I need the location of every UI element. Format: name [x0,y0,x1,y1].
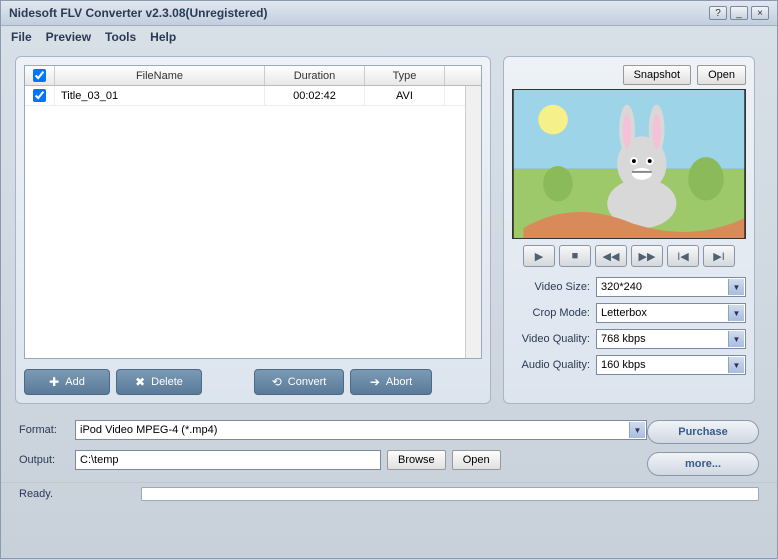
preview-image [513,90,745,238]
x-icon: ✖ [135,375,145,389]
menu-tools[interactable]: Tools [105,30,136,44]
status-text: Ready. [19,488,129,500]
header-check[interactable] [25,66,55,85]
menu-bar: File Preview Tools Help [1,26,777,48]
refresh-icon: ⟲ [272,375,282,389]
app-window: Nidesoft FLV Converter v2.3.08(Unregiste… [0,0,778,559]
header-type[interactable]: Type [365,66,445,85]
audio-quality-select[interactable]: 160 kbps ▼ [596,355,746,375]
forward-button[interactable]: ▶▶ [631,245,663,267]
purchase-button[interactable]: Purchase [647,420,759,444]
file-table: FileName Duration Type Title_03_01 00:02… [24,65,482,359]
video-quality-value: 768 kbps [601,333,646,345]
open-output-button[interactable]: Open [452,450,501,470]
chevron-down-icon: ▼ [728,279,744,295]
table-row[interactable]: Title_03_01 00:02:42 AVI [25,86,481,106]
skip-forward-icon: ▶I [713,250,725,263]
vertical-scrollbar[interactable] [465,86,481,358]
window-title: Nidesoft FLV Converter v2.3.08(Unregiste… [9,6,709,20]
row-filename: Title_03_01 [55,86,265,105]
abort-label: Abort [386,376,412,388]
chevron-down-icon: ▼ [629,422,645,438]
crop-mode-value: Letterbox [601,307,647,319]
video-quality-label: Video Quality: [512,333,596,345]
file-list-panel: FileName Duration Type Title_03_01 00:02… [15,56,491,404]
crop-mode-select[interactable]: Letterbox ▼ [596,303,746,323]
next-button[interactable]: ▶I [703,245,735,267]
abort-button[interactable]: ➔ Abort [350,369,432,395]
progress-bar [141,487,759,501]
delete-label: Delete [151,376,183,388]
add-button[interactable]: ✚ Add [24,369,110,395]
format-label: Format: [19,424,75,436]
delete-button[interactable]: ✖ Delete [116,369,202,395]
browse-button[interactable]: Browse [387,450,446,470]
play-button[interactable]: ▶ [523,245,555,267]
menu-file[interactable]: File [11,30,32,44]
stop-icon: ■ [572,250,579,262]
stop-button[interactable]: ■ [559,245,591,267]
select-all-checkbox[interactable] [33,69,46,82]
video-preview [512,89,746,239]
header-filename[interactable]: FileName [55,66,265,85]
output-label: Output: [19,454,75,466]
video-size-value: 320*240 [601,281,642,293]
row-checkbox-cell [25,86,55,105]
status-bar: Ready. [1,482,777,504]
audio-quality-value: 160 kbps [601,359,646,371]
prev-button[interactable]: I◀ [667,245,699,267]
forward-icon: ▶▶ [639,250,656,263]
chevron-down-icon: ▼ [728,357,744,373]
video-quality-select[interactable]: 768 kbps ▼ [596,329,746,349]
chevron-down-icon: ▼ [728,331,744,347]
arrow-right-icon: ➔ [370,375,380,389]
video-size-label: Video Size: [512,281,596,293]
title-bar: Nidesoft FLV Converter v2.3.08(Unregiste… [1,1,777,26]
convert-button[interactable]: ⟲ Convert [254,369,344,395]
output-path-value: C:\temp [80,454,119,466]
preview-panel: Snapshot Open [503,56,755,404]
add-label: Add [65,376,85,388]
output-path-input[interactable]: C:\temp [75,450,381,470]
menu-preview[interactable]: Preview [46,30,91,44]
chevron-down-icon: ▼ [728,305,744,321]
row-type: AVI [365,86,445,105]
help-button[interactable]: ? [709,6,727,20]
minimize-button[interactable]: _ [730,6,748,20]
menu-help[interactable]: Help [150,30,176,44]
table-header-row: FileName Duration Type [25,66,481,86]
format-value: iPod Video MPEG-4 (*.mp4) [80,424,217,436]
snapshot-button[interactable]: Snapshot [623,65,691,85]
crop-mode-label: Crop Mode: [512,307,596,319]
convert-label: Convert [288,376,327,388]
video-size-select[interactable]: 320*240 ▼ [596,277,746,297]
row-duration: 00:02:42 [265,86,365,105]
audio-quality-label: Audio Quality: [512,359,596,371]
row-checkbox[interactable] [33,89,46,102]
format-select[interactable]: iPod Video MPEG-4 (*.mp4) ▼ [75,420,647,440]
play-icon: ▶ [535,250,543,263]
open-preview-button[interactable]: Open [697,65,746,85]
more-button[interactable]: more... [647,452,759,476]
skip-back-icon: I◀ [677,250,689,263]
header-duration[interactable]: Duration [265,66,365,85]
plus-icon: ✚ [49,375,59,389]
rewind-button[interactable]: ◀◀ [595,245,627,267]
close-button[interactable]: × [751,6,769,20]
rewind-icon: ◀◀ [603,250,620,263]
